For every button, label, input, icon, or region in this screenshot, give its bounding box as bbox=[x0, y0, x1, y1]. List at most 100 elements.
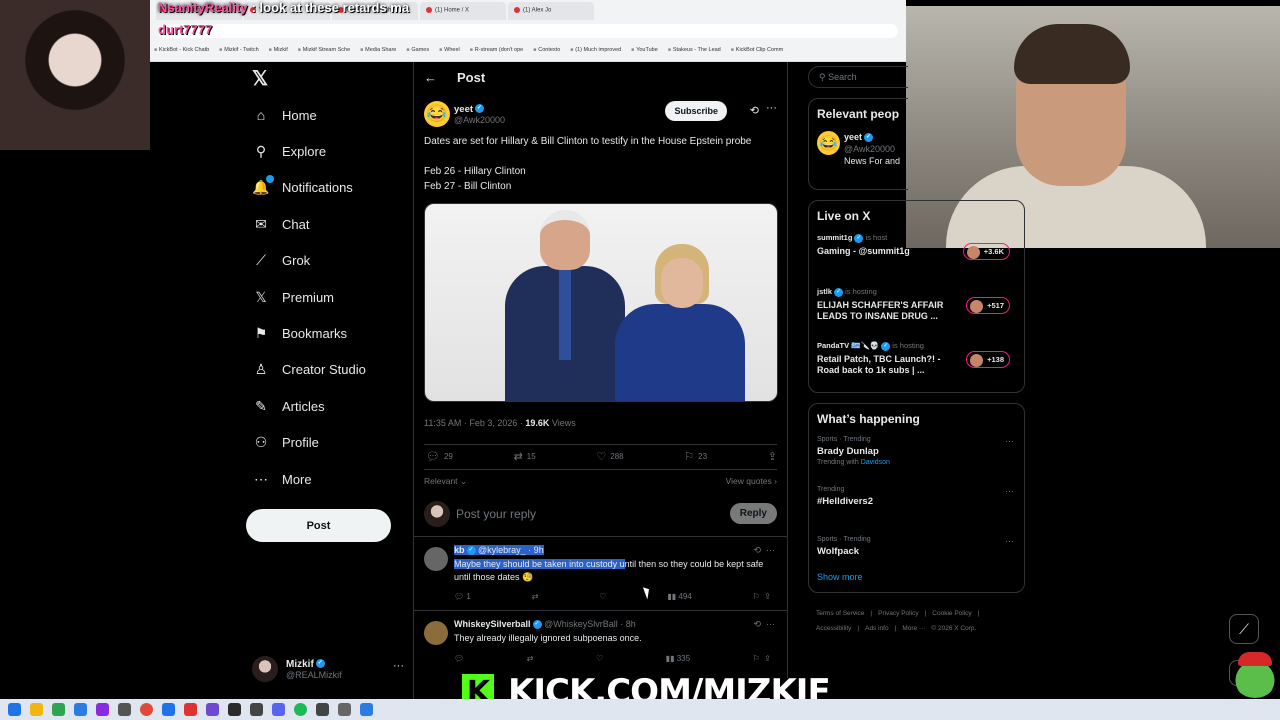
nav-item-more[interactable]: ⋯ More bbox=[252, 461, 412, 497]
author-handle[interactable]: @Awk20000 bbox=[454, 115, 505, 125]
bookmark-item[interactable]: KickBot - Kick Chatb bbox=[154, 47, 209, 53]
browser-tab[interactable]: (1) Home / X bbox=[420, 2, 506, 20]
repost-icon[interactable]: ⇄ bbox=[527, 654, 534, 668]
back-arrow-icon[interactable]: ← bbox=[424, 70, 437, 85]
grok-floating-button[interactable]: ⟋ bbox=[1229, 614, 1259, 644]
taskbar-app-icon[interactable] bbox=[272, 703, 285, 716]
bookmark-share-icons[interactable]: ⚐ ⇪ bbox=[753, 654, 771, 668]
comment-more-icon[interactable]: ⟲ ··· bbox=[753, 619, 775, 630]
comment-author-name[interactable]: kb bbox=[454, 545, 465, 555]
more-options-icon[interactable]: ··· bbox=[393, 660, 404, 672]
trend-context-link[interactable]: Davidson bbox=[861, 459, 890, 466]
share-action[interactable]: ⇪ bbox=[768, 450, 777, 463]
repost-icon[interactable]: ⇄ bbox=[532, 592, 539, 606]
trend-item[interactable]: Sports · Trending Wolfpack ··· bbox=[817, 536, 1016, 568]
browser-tab[interactable]: (1) Alex Jo bbox=[508, 2, 594, 20]
view-quotes-link[interactable]: View quotes › bbox=[726, 476, 777, 487]
comment[interactable]: ⟲ ··· WhiskeySilverball ✓ @WhiskeySlvrBal… bbox=[414, 611, 787, 672]
comment[interactable]: ⟲ ··· kb ✓ @kylebray_ · 9h Maybe they sho… bbox=[414, 537, 787, 611]
bookmark-item[interactable]: Contexto bbox=[533, 47, 560, 53]
taskbar-app-icon[interactable] bbox=[162, 703, 175, 716]
live-item[interactable]: summit1g ✓ is host Gaming - @summit1g +3.… bbox=[817, 233, 1016, 277]
bookmark-item[interactable]: YouTube bbox=[631, 47, 658, 53]
nav-item-notifications[interactable]: 🔔 Notifications bbox=[252, 170, 412, 206]
show-more-link[interactable]: Show more bbox=[817, 572, 1016, 582]
footer-link[interactable]: More ··· bbox=[902, 625, 925, 632]
bookmark-action[interactable]: ⚐ 23 bbox=[684, 450, 707, 463]
bookmark-item[interactable]: Mizkif bbox=[269, 47, 288, 53]
bookmark-item[interactable]: KickBot Clip Comm bbox=[731, 47, 783, 53]
post-button[interactable]: Post bbox=[246, 509, 391, 542]
sort-dropdown[interactable]: Relevant ⌄ bbox=[424, 476, 467, 487]
nav-item-bookmarks[interactable]: ⚑ Bookmarks bbox=[252, 315, 412, 351]
subscribe-button[interactable]: Subscribe bbox=[665, 101, 727, 121]
more-options-icon[interactable]: ··· bbox=[1005, 536, 1014, 546]
bookmark-item[interactable]: Mizkif Stream Sche bbox=[298, 47, 350, 53]
taskbar-app-icon[interactable] bbox=[96, 703, 109, 716]
reply-icon[interactable]: 💬︎ bbox=[454, 654, 464, 668]
more-options-icon[interactable]: ··· bbox=[1005, 436, 1014, 446]
comment-author-name[interactable]: WhiskeySilverball bbox=[454, 619, 531, 629]
like-action[interactable]: ♡ 288 bbox=[596, 450, 623, 463]
footer-link[interactable]: Accessibility bbox=[816, 625, 851, 632]
repost-action[interactable]: ⇄ 15 bbox=[514, 450, 536, 463]
taskbar-app-icon[interactable] bbox=[338, 703, 351, 716]
live-item[interactable]: PandaTV 🇬🇷🔪💀 ✓ is hosting Retail Patch, T… bbox=[817, 341, 1016, 385]
nav-item-chat[interactable]: ✉ Chat bbox=[252, 206, 412, 242]
comment-more-icon[interactable]: ⟲ ··· bbox=[753, 545, 775, 556]
taskbar-app-icon[interactable] bbox=[316, 703, 329, 716]
live-item[interactable]: jstlk ✓ is hosting ELIJAH SCHAFFER'S AFFA… bbox=[817, 287, 1016, 331]
footer-link[interactable]: Privacy Policy bbox=[878, 610, 918, 617]
file-explorer-icon[interactable] bbox=[30, 703, 43, 716]
nav-item-home[interactable]: ⌂ Home bbox=[252, 97, 412, 133]
bookmark-item[interactable]: Wheel bbox=[439, 47, 460, 53]
bookmark-item[interactable]: R-stream (don't ope bbox=[470, 47, 523, 53]
chrome-icon[interactable] bbox=[140, 703, 153, 716]
author-name[interactable]: yeet ✓ bbox=[454, 104, 505, 115]
taskbar-app-icon[interactable] bbox=[118, 703, 131, 716]
bookmark-item[interactable]: Mizkif - Twitch bbox=[219, 47, 258, 53]
views-action[interactable]: ▮▮ 335 bbox=[666, 654, 690, 668]
heart-icon[interactable]: ♡ bbox=[599, 592, 606, 606]
x-logo-icon[interactable]: 𝕏 bbox=[252, 66, 268, 91]
views-action[interactable]: ▮▮ 494 bbox=[667, 592, 691, 606]
taskbar-app-icon[interactable] bbox=[360, 703, 373, 716]
bookmark-item[interactable]: Stakeus - The Lead bbox=[668, 47, 721, 53]
reply-action[interactable]: 💬︎ 1 bbox=[454, 592, 471, 606]
taskbar-app-icon[interactable] bbox=[184, 703, 197, 716]
nav-item-creator-studio[interactable]: ♙ Creator Studio bbox=[252, 352, 412, 388]
nav-item-profile[interactable]: ⚇ Profile bbox=[252, 425, 412, 461]
windows-start-icon[interactable] bbox=[8, 703, 21, 716]
trend-item[interactable]: Sports · Trending Brady Dunlap Trending … bbox=[817, 436, 1016, 476]
reply-input[interactable]: Post your reply bbox=[456, 507, 730, 521]
comment-author-handle[interactable]: @WhiskeySlvrBall · 8h bbox=[544, 619, 636, 629]
heart-icon[interactable]: ♡ bbox=[596, 654, 603, 668]
reply-button[interactable]: Reply bbox=[729, 503, 777, 524]
trend-item[interactable]: Trending #Helldivers2 ··· bbox=[817, 486, 1016, 526]
more-options-icon[interactable]: ··· bbox=[1005, 486, 1014, 496]
nav-item-articles[interactable]: ✎ Articles bbox=[252, 388, 412, 424]
taskbar-app-icon[interactable] bbox=[206, 703, 219, 716]
taskbar-app-icon[interactable] bbox=[250, 703, 263, 716]
account-switcher[interactable]: Mizkif ✓ @REALMizkif ··· bbox=[252, 654, 404, 684]
more-options-icon[interactable]: ··· bbox=[766, 102, 777, 114]
bookmark-share-icons[interactable]: ⚐ ⇪ bbox=[753, 592, 771, 606]
nav-item-grok[interactable]: ⟋ Grok bbox=[252, 243, 412, 279]
post-image[interactable] bbox=[424, 203, 778, 402]
comment-author-handle[interactable]: @kylebray_ · 9h bbox=[478, 545, 544, 555]
reply-action[interactable]: 💬︎ 29 bbox=[426, 450, 453, 463]
bookmark-item[interactable]: Games bbox=[406, 47, 429, 53]
address-bar[interactable] bbox=[158, 24, 898, 38]
bookmark-item[interactable]: Media Share bbox=[360, 47, 396, 53]
taskbar-app-icon[interactable] bbox=[52, 703, 65, 716]
footer-link[interactable]: Ads info bbox=[865, 625, 889, 632]
taskbar-app-icon[interactable] bbox=[294, 703, 307, 716]
footer-link[interactable]: Terms of Service bbox=[816, 610, 864, 617]
taskbar-app-icon[interactable] bbox=[74, 703, 87, 716]
footer-link[interactable]: Cookie Policy bbox=[932, 610, 971, 617]
search-input[interactable]: ⚲ Search bbox=[808, 66, 908, 88]
bookmark-item[interactable]: (1) Much improved bbox=[570, 47, 621, 53]
nav-item-premium[interactable]: 𝕏 Premium bbox=[252, 279, 412, 315]
relevant-user[interactable]: 😂 yeet ✓ @Awk20000 News For and bbox=[817, 131, 900, 167]
nav-item-explore[interactable]: ⚲ Explore bbox=[252, 133, 412, 169]
